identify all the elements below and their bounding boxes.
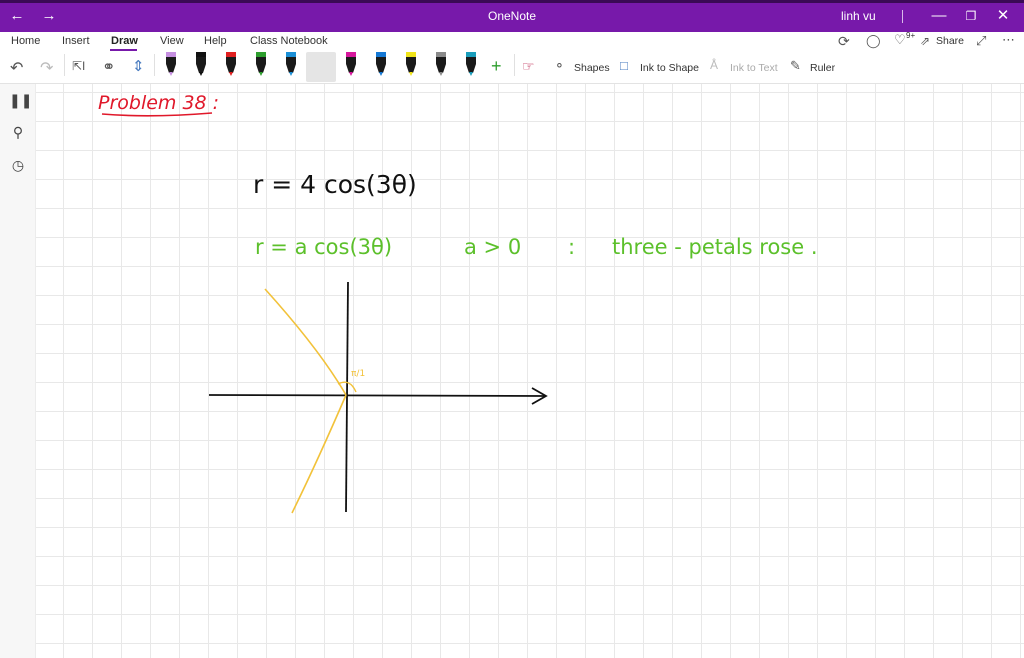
y-axis: [345, 281, 349, 513]
problem-heading: Problem 38 :: [98, 92, 219, 114]
angle-label: π/1: [351, 369, 365, 379]
colon-text: :: [568, 235, 575, 259]
x-axis: [208, 394, 546, 397]
equation-text: r = 4 cos(3θ): [253, 170, 417, 199]
general-form-text: r = a cos(3θ): [255, 235, 392, 259]
description-text: three - petals rose .: [612, 235, 818, 259]
petal-boundary-upper: [264, 288, 347, 396]
ink-layer: Problem 38 : r = 4 cos(3θ) r = a cos(3θ)…: [98, 92, 818, 514]
condition-text: a > 0: [464, 235, 521, 259]
petal-boundary-lower: [291, 394, 347, 514]
